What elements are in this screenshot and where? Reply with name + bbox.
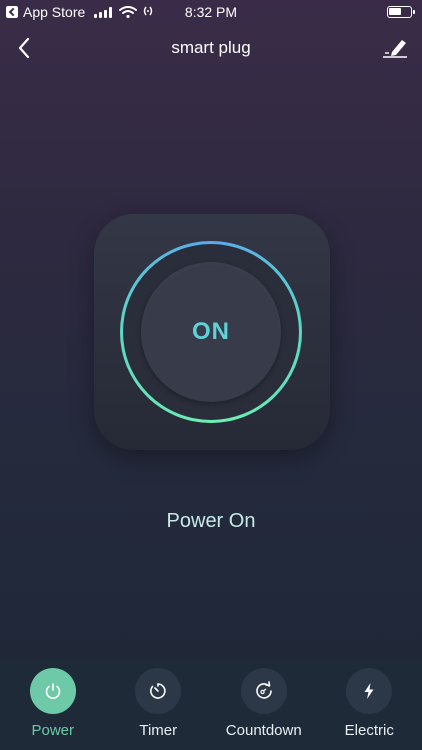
switch-state-label: ON	[192, 318, 230, 345]
chevron-left-icon	[18, 37, 30, 59]
power-toggle-button[interactable]: ON	[120, 241, 302, 423]
lightning-icon	[364, 683, 374, 699]
tab-power[interactable]: Power	[3, 658, 103, 750]
status-time: 8:32 PM	[184, 4, 238, 20]
nav-bar: smart plug	[0, 28, 422, 68]
power-status-text: Power On	[166, 510, 256, 532]
status-bar: App Store 8:32 PM	[0, 0, 422, 24]
tab-power-circle[interactable]	[29, 668, 76, 714]
switch-knob[interactable]: ON	[141, 262, 281, 402]
edit-button[interactable]	[380, 34, 410, 62]
tab-countdown-circle[interactable]	[240, 668, 287, 714]
tab-timer-circle[interactable]	[135, 668, 182, 714]
tab-timer-label: Timer	[139, 722, 178, 739]
tab-power-label: Power	[31, 722, 75, 739]
page-title: smart plug	[171, 38, 251, 57]
tab-electric-circle[interactable]	[346, 668, 393, 714]
tab-timer[interactable]: Timer	[108, 658, 208, 750]
tab-electric[interactable]: Electric	[319, 658, 419, 750]
power-icon	[45, 683, 61, 699]
battery-icon	[387, 6, 415, 18]
tab-electric-label: Electric	[344, 722, 394, 739]
back-button[interactable]	[10, 34, 38, 62]
tab-bar: Power Timer Countdown Electric	[0, 658, 422, 750]
switch-ring: ON	[123, 244, 299, 420]
timer-icon	[150, 683, 166, 699]
tab-countdown[interactable]: Countdown	[214, 658, 314, 750]
tab-countdown-label: Countdown	[225, 722, 302, 739]
countdown-icon	[255, 681, 272, 699]
pencil-icon	[383, 40, 407, 58]
